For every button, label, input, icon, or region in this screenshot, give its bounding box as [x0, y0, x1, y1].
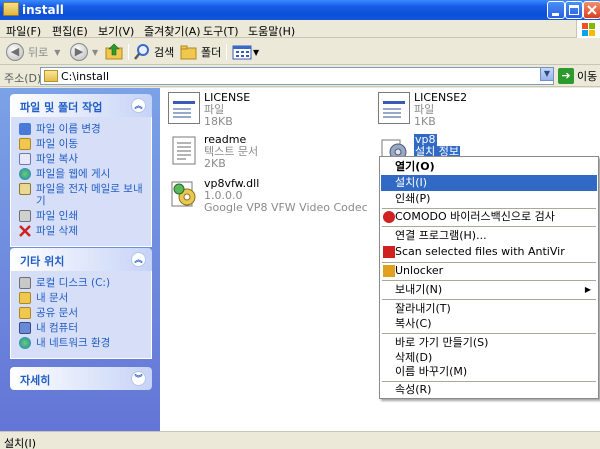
go-button[interactable]: ➔ 이동	[558, 68, 597, 84]
folder-icon	[3, 2, 19, 16]
rename-icon	[19, 123, 31, 135]
unlocker-wand-icon	[383, 265, 395, 277]
collapse-icon[interactable]: ︽	[131, 98, 146, 113]
folder-icon	[19, 307, 31, 319]
email-icon	[19, 183, 31, 195]
move-icon	[19, 138, 31, 150]
file-icon	[168, 92, 200, 124]
forward-arrow-icon: ▶	[70, 43, 88, 61]
folder-icon	[44, 70, 58, 82]
menu-item-rename[interactable]: 이름 바꾸기(M)	[381, 364, 597, 380]
window-title: install	[22, 3, 64, 17]
close-button[interactable]	[583, 1, 600, 19]
views-button[interactable]: ▼	[232, 42, 259, 62]
file-icon	[378, 92, 410, 124]
submenu-arrow-icon: ▶	[584, 285, 591, 294]
place-my-computer[interactable]: 내 컴퓨터	[19, 322, 151, 334]
menu-item-open-with[interactable]: 연결 프로그램(H)...	[381, 228, 597, 244]
menu-item-install[interactable]: 설치(I)	[381, 175, 597, 191]
menu-view[interactable]: 보기(V)	[98, 23, 134, 39]
printer-icon	[19, 210, 31, 222]
text-document-icon	[172, 136, 196, 165]
place-shared-documents[interactable]: 공유 문서	[19, 307, 151, 319]
globe-icon	[19, 168, 31, 180]
address-label: 주소(D)	[4, 72, 42, 85]
folders-button[interactable]: 폴더	[180, 42, 221, 62]
menu-item-unlocker[interactable]: Unlocker	[381, 263, 597, 279]
menu-item-print[interactable]: 인쇄(P)	[381, 191, 597, 207]
menu-item-cut[interactable]: 잘라내기(T)	[381, 301, 597, 317]
menu-item-antivir-scan[interactable]: Scan selected files with AntiVir	[381, 244, 597, 260]
panel-header[interactable]: 기타 위치 ︽	[10, 248, 152, 271]
menu-help[interactable]: 도움말(H)	[248, 23, 295, 39]
menu-item-properties[interactable]: 속성(R)	[381, 382, 597, 398]
details-panel: 자세히 ︾	[10, 367, 152, 390]
task-pane: 파일 및 폴더 작업 ︽ 파일 이름 변경 파일 이동 파일 복사 파일을 웹에…	[0, 88, 160, 431]
menu-edit[interactable]: 편집(E)	[52, 23, 88, 39]
back-button[interactable]: ◀ 뒤로 ▼	[6, 42, 60, 62]
menu-item-copy[interactable]: 복사(C)	[381, 316, 597, 332]
context-menu: 열기(O) 설치(I) 인쇄(P) COMODO 바이러스백신으로 검사 연결 …	[379, 156, 599, 399]
file-folder-tasks-panel: 파일 및 폴더 작업 ︽ 파일 이름 변경 파일 이동 파일 복사 파일을 웹에…	[10, 94, 152, 247]
close-icon	[587, 5, 597, 15]
chevron-down-icon: ▼	[253, 47, 260, 57]
chevron-down-icon: ▼	[54, 47, 61, 57]
status-bar: 설치(I)	[0, 431, 600, 449]
address-value: C:\install	[61, 70, 110, 83]
place-my-documents[interactable]: 내 문서	[19, 292, 151, 304]
task-move[interactable]: 파일 이동	[19, 138, 151, 150]
task-email[interactable]: 파일을 전자 메일로 보내기	[19, 183, 151, 207]
place-my-network[interactable]: 내 네트워크 환경	[19, 337, 151, 349]
folders-icon	[180, 45, 197, 60]
windows-logo-icon	[576, 20, 600, 38]
toolbar: ◀ 뒤로 ▼ ▶ ▼ 검색 폴더 ▼	[0, 38, 600, 65]
computer-icon	[19, 322, 31, 334]
minimize-button[interactable]	[547, 1, 565, 19]
task-rename[interactable]: 파일 이름 변경	[19, 123, 151, 135]
expand-icon[interactable]: ︾	[131, 371, 146, 386]
menu-file[interactable]: 파일(F)	[6, 23, 41, 39]
back-arrow-icon: ◀	[6, 43, 24, 61]
dll-gear-icon	[171, 181, 196, 207]
task-copy[interactable]: 파일 복사	[19, 153, 151, 165]
menu-item-send-to[interactable]: 보내기(N) ▶	[381, 282, 597, 298]
collapse-icon[interactable]: ︽	[131, 252, 146, 267]
address-bar: 주소(D) C:\install ▼ ➔ 이동	[0, 65, 600, 87]
chevron-down-icon: ▼	[92, 47, 99, 57]
up-folder-button[interactable]	[105, 42, 125, 62]
menu-bar: 파일(F) 편집(E) 보기(V) 즐겨찾기(A) 도구(T) 도움말(H)	[0, 20, 600, 38]
maximize-button[interactable]	[565, 1, 583, 19]
status-text: 설치(I)	[4, 437, 37, 449]
search-icon	[134, 44, 149, 60]
forward-button[interactable]: ▶ ▼	[70, 42, 98, 62]
menu-favorites[interactable]: 즐겨찾기(A)	[144, 23, 201, 39]
network-icon	[19, 337, 31, 349]
folder-icon	[19, 292, 31, 304]
menu-item-open[interactable]: 열기(O)	[381, 159, 597, 175]
task-print[interactable]: 파일 인쇄	[19, 210, 151, 222]
menu-tools[interactable]: 도구(T)	[203, 23, 239, 39]
drive-icon	[19, 277, 31, 289]
views-icon	[232, 45, 252, 60]
search-button[interactable]: 검색	[133, 42, 174, 62]
delete-x-icon	[19, 225, 31, 237]
task-publish-web[interactable]: 파일을 웹에 게시	[19, 168, 151, 180]
folder-up-icon	[105, 43, 123, 60]
address-input[interactable]: C:\install	[40, 67, 554, 85]
task-delete[interactable]: 파일 삭제	[19, 225, 151, 237]
menu-item-comodo-scan[interactable]: COMODO 바이러스백신으로 검사	[381, 209, 597, 225]
other-places-panel: 기타 위치 ︽ 로컬 디스크 (C:) 내 문서 공유 문서 내 컴퓨터 내 네…	[10, 248, 152, 359]
panel-header[interactable]: 파일 및 폴더 작업 ︽	[10, 94, 152, 117]
title-bar: install	[0, 0, 600, 20]
go-arrow-icon: ➔	[558, 68, 574, 84]
copy-icon	[19, 153, 31, 165]
antivir-icon	[383, 246, 395, 258]
panel-header[interactable]: 자세히 ︾	[10, 367, 152, 390]
comodo-icon	[383, 211, 395, 223]
menu-item-create-shortcut[interactable]: 바로 가기 만들기(S)	[381, 335, 597, 351]
place-local-disk[interactable]: 로컬 디스크 (C:)	[19, 277, 151, 289]
address-dropdown-button[interactable]: ▼	[540, 67, 554, 81]
